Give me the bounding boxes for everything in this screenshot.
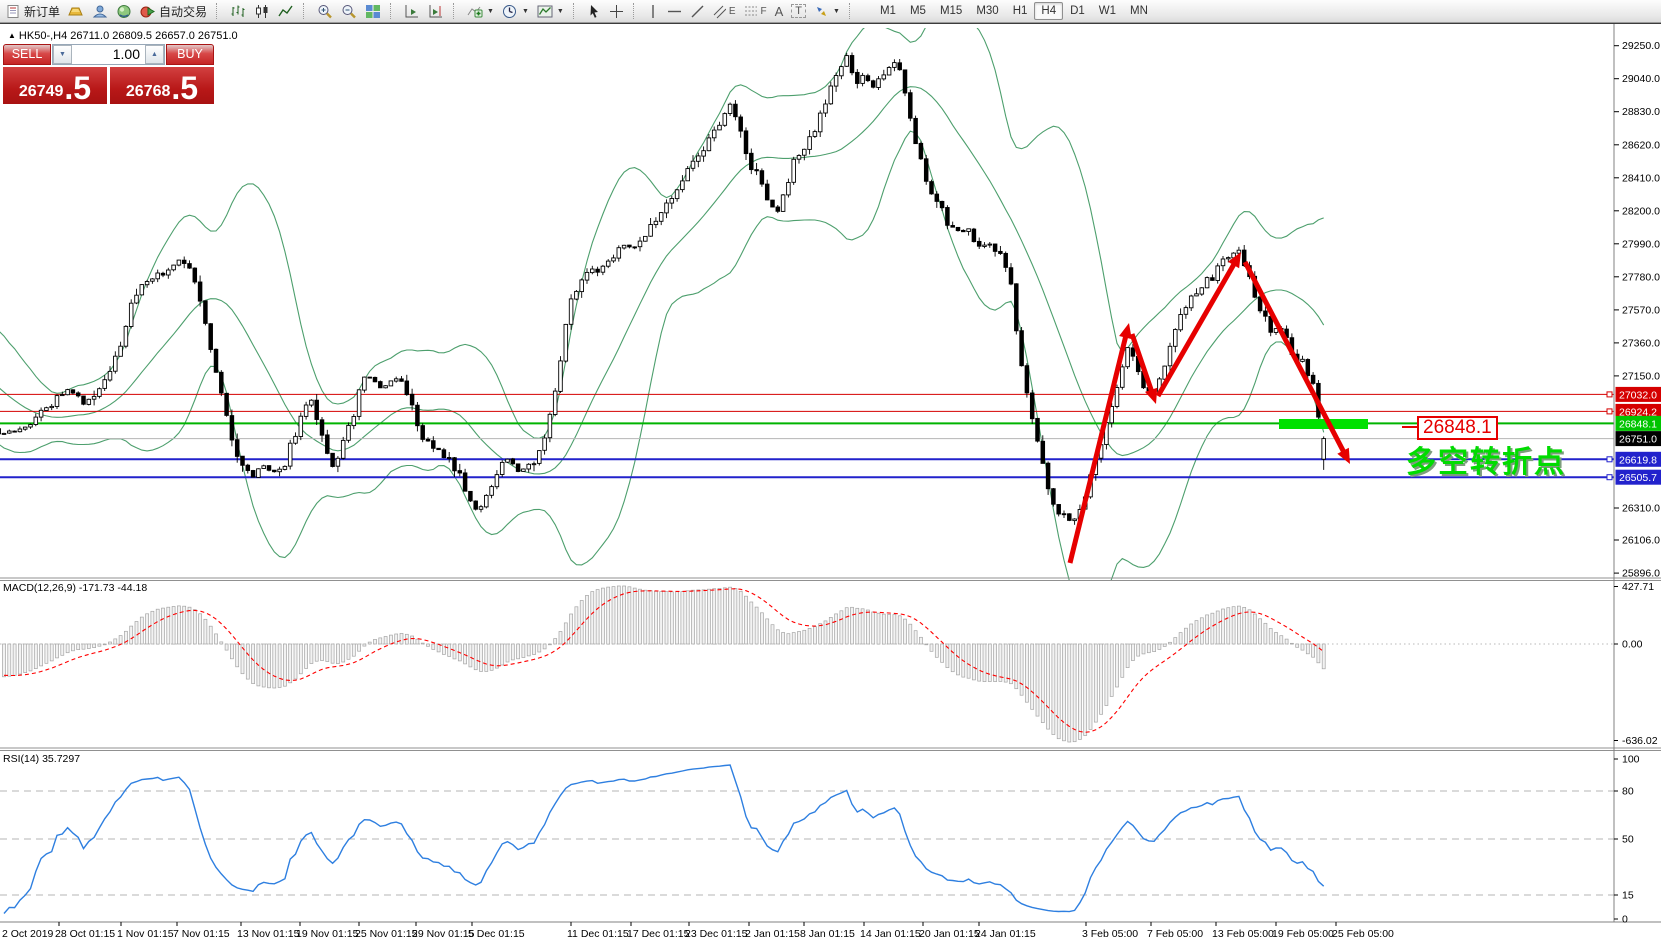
sell-price-box[interactable]: 26749 .5: [3, 67, 107, 104]
svg-text:28830.0: 28830.0: [1622, 106, 1660, 118]
svg-text:0.00: 0.00: [1622, 639, 1643, 651]
price-annotation-tick: [1402, 426, 1417, 428]
svg-text:23 Dec 01:15: 23 Dec 01:15: [685, 928, 748, 940]
volume-decrease-button[interactable]: ▼: [53, 45, 72, 64]
macd-indicator-label: MACD(12,26,9) -171.73 -44.18: [3, 582, 147, 594]
svg-text:0: 0: [1622, 914, 1628, 926]
svg-text:20 Jan 01:15: 20 Jan 01:15: [919, 928, 980, 940]
svg-text:5 Dec 01:15: 5 Dec 01:15: [468, 928, 525, 940]
svg-text:100: 100: [1622, 754, 1640, 766]
svg-text:24 Jan 01:15: 24 Jan 01:15: [975, 928, 1036, 940]
svg-text:25 Feb 05:00: 25 Feb 05:00: [1332, 928, 1394, 940]
svg-text:28620.0: 28620.0: [1622, 139, 1660, 151]
svg-text:427.71: 427.71: [1622, 581, 1654, 593]
volume-increase-button[interactable]: ▲: [145, 45, 164, 64]
svg-text:27570.0: 27570.0: [1622, 304, 1660, 316]
chart-title-text: HK50-,H4 26711.0 26809.5 26657.0 26751.0: [19, 30, 238, 42]
chart-title: ▲HK50-,H4 26711.0 26809.5 26657.0 26751.…: [8, 30, 238, 42]
svg-text:13 Nov 01:15: 13 Nov 01:15: [237, 928, 300, 940]
svg-text:29040.0: 29040.0: [1622, 73, 1660, 85]
svg-text:7 Feb 05:00: 7 Feb 05:00: [1147, 928, 1203, 940]
rsi-indicator-label: RSI(14) 35.7297: [3, 753, 80, 765]
svg-text:27990.0: 27990.0: [1622, 238, 1660, 250]
svg-text:27780.0: 27780.0: [1622, 271, 1660, 283]
svg-text:27032.0: 27032.0: [1619, 389, 1657, 401]
svg-text:27360.0: 27360.0: [1622, 337, 1660, 349]
svg-text:26505.7: 26505.7: [1619, 472, 1657, 484]
svg-text:15: 15: [1622, 890, 1634, 902]
svg-text:-636.02: -636.02: [1622, 735, 1658, 747]
svg-text:1 Nov 01:15: 1 Nov 01:15: [117, 928, 174, 940]
svg-text:25 Nov 01:15: 25 Nov 01:15: [355, 928, 418, 940]
svg-text:26619.8: 26619.8: [1619, 454, 1657, 466]
svg-text:14 Jan 01:15: 14 Jan 01:15: [860, 928, 921, 940]
svg-text:26751.0: 26751.0: [1619, 434, 1657, 446]
svg-text:11 Dec 01:15: 11 Dec 01:15: [567, 928, 629, 940]
svg-text:8 Jan 01:15: 8 Jan 01:15: [800, 928, 855, 940]
sell-button[interactable]: SELL: [3, 44, 51, 65]
sell-price-frac: .5: [64, 75, 91, 101]
svg-text:17 Dec 01:15: 17 Dec 01:15: [627, 928, 690, 940]
buy-price-main: 26768: [126, 83, 171, 101]
svg-text:26848.1: 26848.1: [1619, 418, 1657, 430]
svg-text:13 Feb 05:00: 13 Feb 05:00: [1212, 928, 1274, 940]
svg-text:2 Jan 01:15: 2 Jan 01:15: [745, 928, 800, 940]
svg-text:25896.0: 25896.0: [1622, 568, 1660, 580]
svg-text:28200.0: 28200.0: [1622, 205, 1660, 217]
svg-text:3 Feb 05:00: 3 Feb 05:00: [1082, 928, 1138, 940]
svg-text:28 Oct 01:15: 28 Oct 01:15: [55, 928, 115, 940]
svg-text:50: 50: [1622, 834, 1634, 846]
volume-input[interactable]: 1.00: [72, 45, 145, 64]
svg-text:29250.0: 29250.0: [1622, 40, 1660, 52]
sell-price-main: 26749: [19, 83, 64, 101]
svg-text:7 Nov 01:15: 7 Nov 01:15: [173, 928, 230, 940]
svg-text:80: 80: [1622, 786, 1634, 798]
mt4-window: { "toolbar": { "new_order_label": "新订单",…: [0, 0, 1661, 944]
green-highlight-bar[interactable]: [1279, 419, 1368, 429]
volume-spinner: ▼ 1.00 ▲: [52, 44, 165, 65]
svg-text:2 Oct 2019: 2 Oct 2019: [2, 928, 54, 940]
svg-text:27150.0: 27150.0: [1622, 370, 1660, 382]
buy-button[interactable]: BUY: [166, 44, 214, 65]
buy-price-box[interactable]: 26768 .5: [110, 67, 214, 104]
svg-text:19 Feb 05:00: 19 Feb 05:00: [1272, 928, 1334, 940]
symbol-marker-icon: ▲: [8, 31, 16, 40]
svg-text:26310.0: 26310.0: [1622, 502, 1660, 514]
svg-text:26106.0: 26106.0: [1622, 535, 1660, 547]
svg-text:29 Nov 01:15: 29 Nov 01:15: [412, 928, 475, 940]
turning-point-annotation[interactable]: 多空转折点: [1406, 437, 1566, 481]
svg-text:19 Nov 01:15: 19 Nov 01:15: [296, 928, 359, 940]
buy-price-frac: .5: [171, 75, 198, 101]
one-click-trading-panel: SELL ▼ 1.00 ▲ BUY 26749 .5 26768 .5: [3, 44, 214, 104]
svg-text:28410.0: 28410.0: [1622, 172, 1660, 184]
